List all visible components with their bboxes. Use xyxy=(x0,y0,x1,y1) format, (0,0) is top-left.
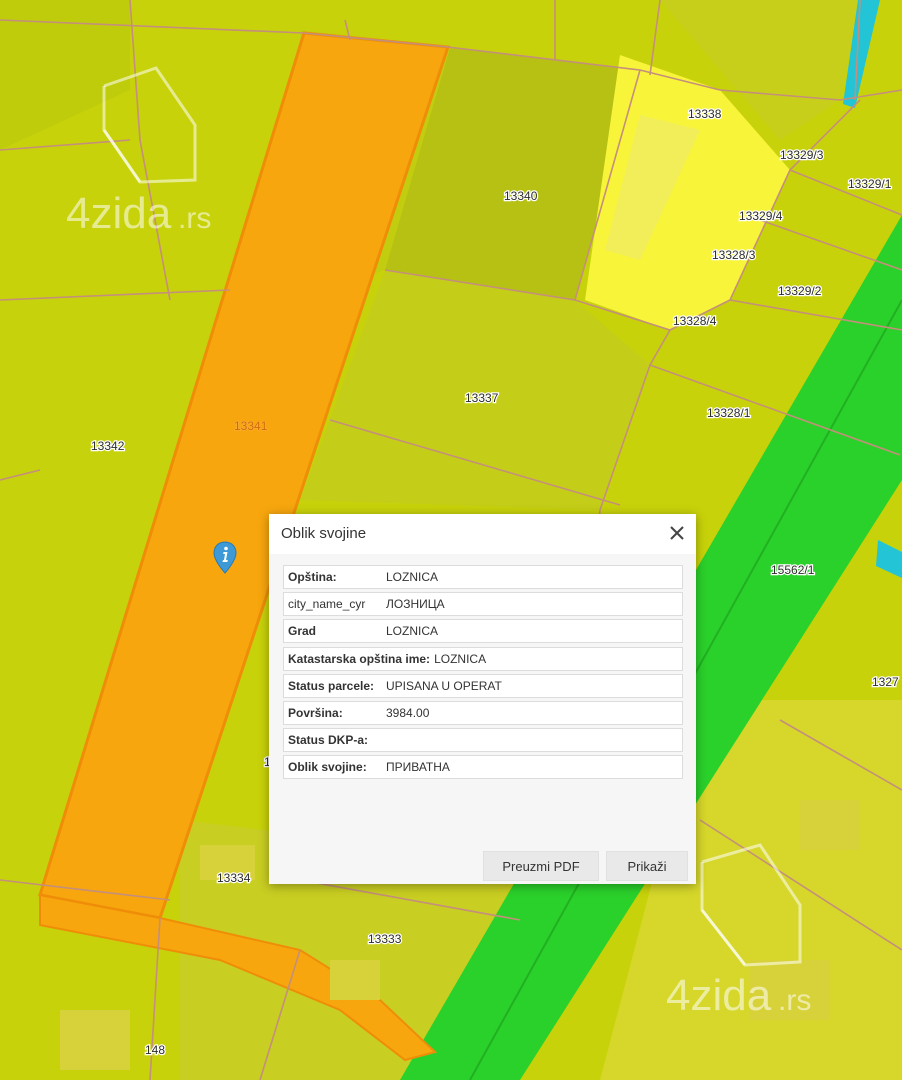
attribute-value: ПРИВАТНА xyxy=(386,760,450,775)
attribute-table: Opština: LOZNICA city_name_cyr ЛОЗНИЦА G… xyxy=(283,565,683,783)
attribute-label: Status DKP-a: xyxy=(288,733,369,748)
attribute-row: Površina: 3984.00 xyxy=(283,700,683,725)
close-icon[interactable] xyxy=(666,522,688,544)
parcel-label: 15562/1 xyxy=(771,563,815,577)
parcel-label: 13329/3 xyxy=(780,148,824,162)
attribute-value: LOZNICA xyxy=(386,624,439,639)
attribute-label: Opština: xyxy=(288,570,337,584)
attribute-row: Status parcele: UPISANA U OPERAT xyxy=(283,673,683,698)
dialog-title: Oblik svojine xyxy=(281,525,367,542)
parcel-label: 13342 xyxy=(91,439,125,453)
parcel-label: 13334 xyxy=(217,871,251,885)
watermark-tld-bottom: .rs xyxy=(778,984,811,1017)
ownership-dialog: Oblik svojine Opština: LOZNICA city_name… xyxy=(269,514,696,884)
show-button[interactable]: Prikaži xyxy=(606,851,688,881)
parcel-label: 1327 xyxy=(872,675,899,689)
attribute-label: Oblik svojine: xyxy=(288,760,367,775)
info-marker-icon[interactable] xyxy=(211,541,239,575)
parcel-label: 13340 xyxy=(504,189,538,203)
attribute-label: Katastarska opština ime: xyxy=(288,651,431,666)
watermark-text-bottom: 4zida xyxy=(666,971,772,1020)
watermark-text-top: 4zida xyxy=(66,189,172,238)
attribute-row: city_name_cyr ЛОЗНИЦА xyxy=(283,592,683,617)
attribute-label: Grad xyxy=(288,624,317,639)
attribute-row: Katastarska opština ime: LOZNICA xyxy=(283,646,683,671)
attribute-value: ЛОЗНИЦА xyxy=(386,597,445,612)
dialog-header: Oblik svojine xyxy=(269,514,696,554)
parcel-label: 13328/4 xyxy=(673,314,717,328)
download-pdf-button[interactable]: Preuzmi PDF xyxy=(483,851,599,881)
parcel-label: 13329/1 xyxy=(848,177,892,191)
parcel-label: 13328/1 xyxy=(707,406,751,420)
parcel-label-selected: 13341 xyxy=(234,419,268,433)
attribute-label: Status parcele: xyxy=(288,678,375,693)
attribute-value: UPISANA U OPERAT xyxy=(386,678,502,693)
parcel-label: 13338 xyxy=(688,107,722,121)
parcel-label: 13337 xyxy=(465,391,499,405)
parcel-label: 13329/4 xyxy=(739,209,783,223)
parcel-label: 13328/3 xyxy=(712,248,756,262)
attribute-row: Opština: LOZNICA xyxy=(283,565,683,589)
attribute-label: city_name_cyr xyxy=(288,597,366,612)
parcel-label: 13329/2 xyxy=(778,284,822,298)
parcel-label: 148 xyxy=(145,1043,165,1057)
attribute-value: 3984.00 xyxy=(386,705,430,720)
attribute-row: Status DKP-a: xyxy=(283,728,683,753)
parcel-label: 13333 xyxy=(368,932,402,946)
attribute-value: LOZNICA xyxy=(434,651,487,666)
attribute-row: Grad LOZNICA xyxy=(283,619,683,644)
attribute-label: Površina: xyxy=(288,705,343,720)
attribute-row: Oblik svojine: ПРИВАТНА xyxy=(283,755,683,780)
watermark-tld-top: .rs xyxy=(178,202,211,235)
attribute-value: LOZNICA xyxy=(386,570,439,584)
